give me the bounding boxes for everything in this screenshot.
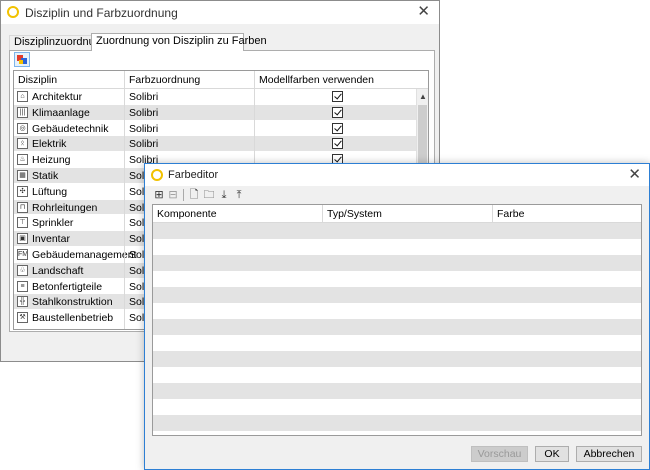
empty-table-row [153,223,641,239]
close-icon[interactable]: ✕ [628,167,641,182]
table-row[interactable]: ||| Klimaanlage Solibri [14,104,428,121]
discipline-name: Betonfertigteile [32,280,103,293]
empty-table-row [153,239,641,255]
sprinkler-icon: ⊤ [17,217,28,229]
column-header-color-assignment[interactable]: Farbzuordnung [129,74,200,86]
cancel-button[interactable]: Abbrechen [576,446,642,462]
use-model-colors-checkbox[interactable] [332,106,343,118]
empty-table-row [153,335,641,351]
tab-discipline-assignment[interactable]: Disziplinzuordnung [9,35,107,50]
discipline-name: Stahlkonstruktion [32,296,113,309]
discipline-name: Inventar [32,233,70,246]
building-services-icon: ◎ [17,122,28,134]
ventilation-icon: ✣ [17,185,28,197]
export-icon[interactable]: ⤒ [233,189,245,201]
table-row[interactable]: ⌂ Architektur Solibri [14,89,428,105]
electrical-icon: ᛟ [17,138,28,150]
precast-icon: ≡ [17,280,28,292]
empty-table-row [153,415,641,431]
discipline-name: Lüftung [32,185,68,198]
column-header-discipline[interactable]: Disziplin [18,74,57,86]
discipline-name: Gebäudemanagement [32,248,137,261]
app-logo-icon [151,169,163,181]
table-row[interactable]: ◎ Gebäudetechnik Solibri [14,121,428,137]
column-header-color[interactable]: Farbe [497,208,524,220]
color-assignment-cell[interactable]: Solibri [129,107,158,119]
tab-discipline-colors[interactable]: Zuordnung von Disziplin zu Farben [91,33,267,51]
open-folder-icon[interactable]: 🗀 [203,189,215,201]
hvac-icon: ||| [17,106,28,118]
discipline-name: Elektrik [32,138,67,151]
color-assignment-cell[interactable]: Solibri [129,138,158,150]
plumbing-icon: ⊓ [17,201,28,213]
empty-table-row [153,367,641,383]
preview-button[interactable]: Vorschau [471,446,528,462]
steel-structure-icon: ╬ [17,296,28,308]
discipline-name: Landschaft [32,264,84,277]
landscape-icon: ♧ [17,264,28,276]
use-model-colors-checkbox[interactable] [332,91,343,102]
empty-table-row [153,303,641,319]
new-file-icon[interactable]: 🗋 [188,189,200,201]
ok-button[interactable]: OK [535,446,569,462]
color-editor-window: Farbeditor ✕ ⊞ ⊟ 🗋 🗀 ⤓ ⤒ Komponente Typ/… [144,163,650,470]
discipline-name: Baustellenbetrieb [32,312,114,325]
import-icon[interactable]: ⤓ [218,189,230,201]
color-editor-button[interactable] [14,52,30,67]
color-editor-table-body [153,223,641,431]
color-palette-icon [17,55,27,64]
app-logo-icon [7,6,19,18]
color-editor-table-header: Komponente Typ/System Farbe [153,205,641,223]
architecture-icon: ⌂ [17,91,28,102]
use-model-colors-checkbox[interactable] [332,138,343,150]
remove-row-icon[interactable]: ⊟ [167,189,179,201]
empty-table-row [153,255,641,271]
column-header-use-model-colors[interactable]: Modellfarben verwenden [259,74,374,86]
empty-table-row [153,351,641,367]
discipline-name: Architektur [32,91,83,103]
color-editor-title: Farbeditor [168,169,219,181]
discipline-name: Statik [32,169,59,182]
discipline-name: Rohrleitungen [32,201,98,214]
empty-table-row [153,319,641,335]
structural-icon: ▦ [17,169,28,181]
color-editor-table: Komponente Typ/System Farbe [152,204,642,436]
scroll-up-icon[interactable]: ▲ [419,92,427,101]
window-title: Disziplin und Farbzuordnung [25,6,178,20]
discipline-name: Sprinkler [32,217,74,230]
empty-table-row [153,383,641,399]
use-model-colors-checkbox[interactable] [332,122,343,134]
discipline-name: Klimaanlage [32,106,90,119]
empty-table-row [153,399,641,415]
discipline-name: Gebäudetechnik [32,122,109,135]
column-header-type-system[interactable]: Typ/System [327,208,382,220]
facility-management-icon: FM [17,248,28,260]
table-header: Disziplin Farbzuordnung Modellfarben ver… [14,71,428,89]
table-row[interactable]: ᛟ Elektrik Solibri [14,136,428,153]
empty-table-row [153,287,641,303]
empty-table-row [153,271,641,287]
color-assignment-cell[interactable]: Solibri [129,91,158,103]
color-assignment-cell[interactable]: Solibri [129,123,158,135]
discipline-name: Heizung [32,154,71,167]
column-header-component[interactable]: Komponente [157,208,217,220]
title-bar: Disziplin und Farbzuordnung ✕ [1,1,439,24]
add-row-icon[interactable]: ⊞ [153,189,165,201]
heating-icon: ♨ [17,154,28,166]
color-editor-title-bar: Farbeditor ✕ [145,164,649,186]
site-operations-icon: ⚒ [17,312,28,324]
furniture-icon: ▣ [17,233,28,245]
close-icon[interactable]: ✕ [417,4,430,19]
